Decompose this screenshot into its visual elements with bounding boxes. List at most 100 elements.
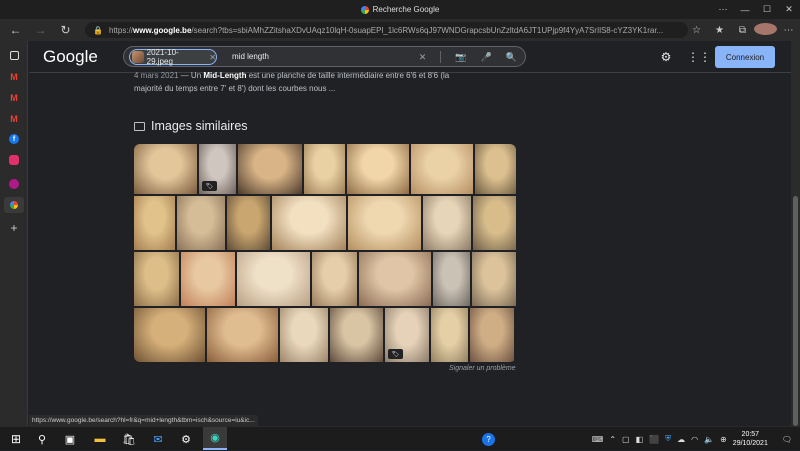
similar-image-thumbnail[interactable] (237, 252, 310, 306)
back-button[interactable]: ← (3, 19, 28, 41)
similar-image-thumbnail[interactable] (238, 144, 302, 194)
maximize-button[interactable]: ☐ (756, 0, 778, 19)
scrollbar-thumb[interactable] (793, 196, 798, 426)
tray-app-icon-2[interactable]: ◧ (636, 435, 644, 444)
help-icon[interactable]: ? (482, 433, 495, 446)
similar-image-thumbnail[interactable] (431, 308, 468, 362)
similar-image-thumbnail[interactable] (227, 196, 270, 250)
toolbar-right: ☆ ★ ⧉ ⋯ (685, 19, 800, 41)
taskbar-search-icon[interactable]: ⚲ (34, 431, 50, 447)
image-query-chip[interactable]: 2021-10-29.jpeg ✕ (129, 48, 217, 66)
gmail-tab-icon-2[interactable]: M (8, 92, 20, 104)
similar-image-thumbnail[interactable]: 🏷 (385, 308, 429, 362)
report-problem-link[interactable]: Signaler un problème (449, 365, 516, 372)
file-explorer-icon[interactable]: ▬ (92, 431, 108, 447)
similar-image-thumbnail[interactable] (134, 144, 197, 194)
similar-image-thumbnail[interactable] (280, 308, 328, 362)
edge-browser-icon[interactable]: ◉ (203, 427, 227, 450)
collections-icon[interactable]: ⧉ (731, 25, 754, 36)
similar-image-thumbnail[interactable] (472, 252, 516, 306)
windows-taskbar: ⊞ ⚲ ▣ ▬ 🛍 ✉ ⚙ ◉ ? ⌨ ⌃ ▢ ◧ ⬛ ⛨ ☁ ◠ 🔈 ⊕ 20… (0, 426, 800, 450)
minimize-button[interactable]: — (734, 0, 756, 19)
gmail-tab-icon[interactable]: M (8, 71, 20, 83)
google-logo[interactable]: Google (43, 47, 98, 67)
similar-image-thumbnail[interactable]: 🏷 (199, 144, 236, 194)
keyboard-icon[interactable]: ⌨ (592, 435, 604, 444)
language-icon[interactable]: ⊕ (720, 435, 727, 444)
notifications-icon[interactable]: 🗨 (782, 435, 792, 444)
similar-image-thumbnail[interactable] (433, 252, 470, 306)
browser-toolbar: ← → ↻ 🔒 https://www.google.be/search?tbs… (0, 19, 800, 41)
similar-image-thumbnail[interactable] (134, 308, 205, 362)
instagram-tab-icon[interactable] (9, 155, 19, 165)
similar-image-thumbnail[interactable] (423, 196, 471, 250)
close-window-button[interactable]: ✕ (778, 0, 800, 19)
similar-image-thumbnail[interactable] (134, 252, 179, 306)
tray-chevron-icon[interactable]: ⌃ (609, 435, 616, 444)
similar-image-thumbnail[interactable] (312, 252, 357, 306)
image-row (134, 196, 516, 250)
similar-image-thumbnail[interactable] (348, 196, 421, 250)
similar-image-thumbnail[interactable] (330, 308, 383, 362)
facebook-tab-icon[interactable]: f (9, 134, 19, 144)
microphone-icon[interactable]: 🎤 (481, 52, 492, 63)
similar-image-thumbnail[interactable] (470, 308, 514, 362)
store-icon[interactable]: 🛍 (121, 431, 137, 447)
image-icon (134, 121, 145, 131)
start-windows-icon[interactable]: ⊞ (8, 431, 24, 447)
search-box[interactable]: 2021-10-29.jpeg ✕ mid length ✕ 📷 🎤 🔍 (123, 46, 526, 67)
similar-image-thumbnail[interactable] (359, 252, 431, 306)
chip-remove-icon[interactable]: ✕ (209, 53, 216, 62)
system-clock[interactable]: 20:57 29/10/2021 (733, 430, 768, 448)
google-tab-icon-active[interactable] (4, 197, 24, 213)
similar-images-grid: 🏷 🏷 (134, 144, 516, 362)
similar-image-thumbnail[interactable] (134, 196, 175, 250)
wifi-icon[interactable]: ◠ (691, 435, 698, 444)
new-tab-icon[interactable]: + (8, 221, 20, 235)
result-snippet: 4 mars 2021 — Un Mid-Length est une plan… (134, 69, 474, 95)
more-options-button[interactable]: ⋯ (712, 0, 734, 19)
similar-images-title: Images similaires (151, 119, 248, 133)
volume-icon[interactable]: 🔈 (704, 435, 714, 444)
similar-image-thumbnail[interactable] (177, 196, 225, 250)
similar-image-thumbnail[interactable] (207, 308, 278, 362)
window-controls: ⋯ — ☐ ✕ (712, 0, 800, 19)
settings-app-icon[interactable]: ⚙ (178, 431, 194, 447)
window-title-text: Recherche Google (372, 5, 440, 14)
search-query[interactable]: mid length (232, 52, 269, 61)
forward-button[interactable]: → (28, 19, 53, 41)
tray-app-icon-3[interactable]: ⬛ (649, 435, 659, 444)
similar-image-thumbnail[interactable] (475, 144, 516, 194)
similar-image-thumbnail[interactable] (181, 252, 235, 306)
similar-image-thumbnail[interactable] (473, 196, 516, 250)
image-row (134, 252, 516, 306)
gmail-tab-icon-3[interactable]: M (8, 113, 20, 125)
shield-icon[interactable]: ⛨ (665, 434, 671, 444)
profile-avatar[interactable] (754, 22, 777, 38)
settings-more-icon[interactable]: ⋯ (777, 25, 800, 36)
page-scrollbar[interactable] (791, 41, 800, 426)
task-view-icon[interactable]: ▣ (62, 431, 78, 447)
apps-grid-icon[interactable]: ⋮⋮ (687, 50, 711, 64)
mail-icon[interactable]: ✉ (150, 431, 166, 447)
favorites-icon[interactable]: ★ (708, 25, 731, 36)
camera-search-icon[interactable]: 📷 (455, 52, 466, 63)
messenger-tab-icon[interactable] (9, 179, 19, 189)
clear-search-icon[interactable]: ✕ (419, 52, 427, 63)
add-favorite-icon[interactable]: ☆ (685, 25, 708, 36)
similar-image-thumbnail[interactable] (347, 144, 409, 194)
tab-actions-icon[interactable] (10, 51, 19, 60)
address-bar[interactable]: 🔒 https://www.google.be/search?tbs=sbiAM… (85, 22, 688, 38)
image-row: 🏷 (134, 144, 516, 194)
refresh-button[interactable]: ↻ (53, 19, 78, 41)
settings-gear-icon[interactable]: ⚙ (659, 50, 673, 64)
query-image-thumbnail (132, 51, 144, 63)
similar-image-thumbnail[interactable] (304, 144, 345, 194)
similar-image-thumbnail[interactable] (272, 196, 346, 250)
onedrive-icon[interactable]: ☁ (677, 435, 685, 444)
tag-icon: 🏷 (388, 349, 403, 359)
similar-image-thumbnail[interactable] (411, 144, 473, 194)
tray-app-icon[interactable]: ▢ (622, 435, 630, 444)
search-icon[interactable]: 🔍 (506, 52, 517, 63)
signin-button[interactable]: Connexion (715, 46, 775, 68)
